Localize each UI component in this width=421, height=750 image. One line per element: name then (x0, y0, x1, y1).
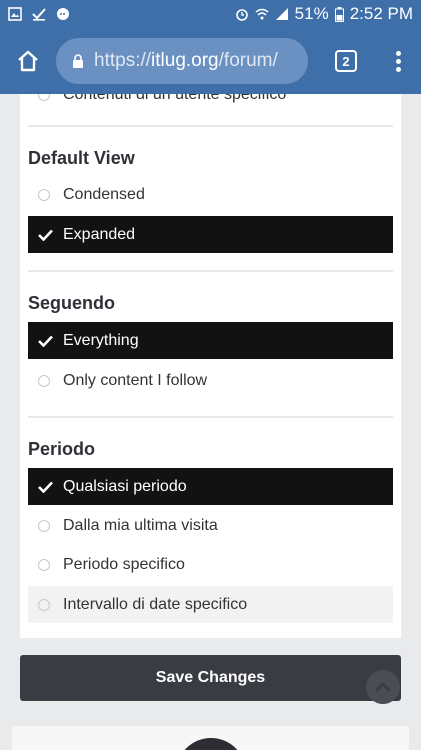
option-intervallo-date[interactable]: Intervallo di date specifico (28, 586, 393, 623)
menu-dot-icon (395, 66, 401, 72)
option-condensed[interactable]: Condensed (28, 176, 393, 213)
option-expanded[interactable]: Expanded (28, 216, 393, 253)
checkmark-icon (38, 229, 53, 241)
clock-time: 2:52 PM (349, 4, 413, 23)
option-qualsiasi-periodo[interactable]: Qualsiasi periodo (28, 468, 393, 505)
radio-icon (38, 94, 50, 101)
menu-dot-icon (395, 58, 401, 64)
wifi-icon (255, 8, 269, 20)
chevron-up-icon (374, 681, 392, 693)
option-everything[interactable]: Everything (28, 322, 393, 359)
option-label: Expanded (63, 225, 136, 243)
option-label: Qualsiasi periodo (63, 477, 187, 495)
option-label: Intervallo di date specifico (63, 595, 248, 613)
filter-panel: Contenuti di un utente specifico Default… (20, 94, 401, 638)
battery-icon (334, 6, 344, 22)
radio-icon (38, 598, 50, 611)
task-done-icon (32, 8, 46, 21)
lock-icon (73, 53, 83, 68)
tab-switcher-button[interactable]: 2 (314, 50, 378, 72)
option-only-followed[interactable]: Only content I follow (28, 362, 393, 399)
option-label: Everything (63, 331, 139, 349)
section-title-seguendo: Seguendo (28, 293, 116, 313)
home-icon (18, 50, 38, 72)
section-divider (28, 270, 393, 272)
radio-icon (38, 519, 50, 532)
option-ultima-visita[interactable]: Dalla mia ultima visita (28, 507, 393, 544)
status-bar: 51% 2:52 PM (0, 0, 421, 28)
radio-icon (38, 374, 50, 387)
menu-dot-icon (395, 50, 401, 56)
checkmark-icon (38, 335, 53, 347)
url-scheme: https:// (94, 50, 152, 71)
url-host: itlug.org (151, 50, 219, 71)
radio-icon (38, 558, 50, 571)
image-notification-icon (8, 7, 22, 21)
filter-option-label: Contenuti di un utente specifico (63, 94, 287, 103)
url-path: /forum/ (218, 50, 278, 71)
battery-percent: 51% (294, 4, 329, 23)
section-divider (28, 416, 393, 418)
radio-icon (38, 188, 50, 201)
section-title-periodo: Periodo (28, 439, 96, 459)
option-label: Dalla mia ultima visita (63, 516, 218, 534)
overflow-menu-button[interactable] (378, 50, 418, 72)
section-divider (28, 125, 393, 127)
address-bar[interactable]: https://itlug.org/forum/ (56, 38, 308, 84)
section-title-default-view: Default View (28, 148, 135, 168)
home-button[interactable] (0, 28, 56, 94)
tab-count: 2 (335, 50, 357, 72)
option-label: Condensed (63, 185, 145, 203)
signal-icon (275, 8, 288, 20)
save-changes-button[interactable]: Save Changes (20, 655, 401, 701)
filter-option-partial[interactable]: Contenuti di un utente specifico (28, 94, 286, 104)
option-label: Only content I follow (63, 371, 208, 389)
option-periodo-specifico[interactable]: Periodo specifico (28, 546, 393, 583)
checkmark-icon (38, 481, 53, 493)
option-label: Periodo specifico (63, 555, 185, 573)
chat-notification-icon (57, 8, 69, 20)
alarm-icon (235, 9, 248, 21)
browser-toolbar: https://itlug.org/forum/ 2 (0, 28, 421, 94)
scroll-to-top-button[interactable] (366, 670, 400, 704)
